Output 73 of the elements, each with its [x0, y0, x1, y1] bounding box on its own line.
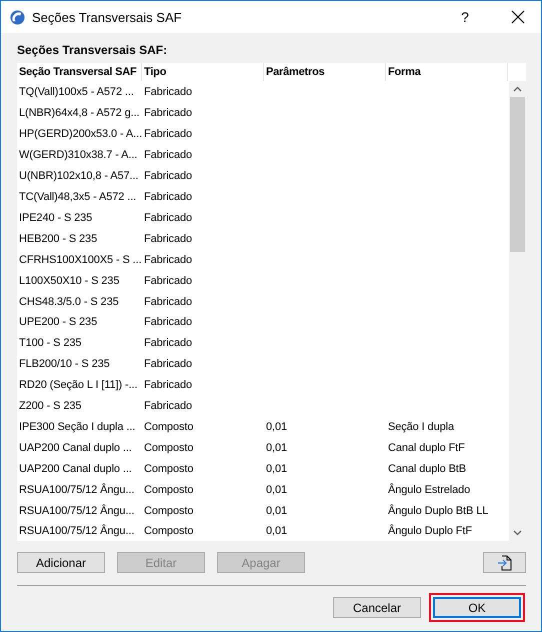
list-label: Seções Transversais SAF:	[17, 43, 168, 57]
table-cell: 0,01	[266, 420, 288, 433]
table-cell: Composto	[144, 442, 194, 454]
table-cell: Fabricado	[144, 212, 192, 224]
table-cell: Seção I dupla	[388, 420, 454, 433]
table-cell: Fabricado	[144, 379, 192, 392]
table-cell: L(NBR)64x4,8 - A572 g...	[19, 107, 140, 120]
table-cell: Fabricado	[144, 170, 192, 182]
import-button[interactable]	[483, 552, 526, 573]
table-cell: W(GERD)310x38.7 - A...	[19, 149, 138, 162]
table-cell: Composto	[144, 504, 194, 517]
table-cell: Fabricado	[144, 86, 192, 98]
table-cell: Fabricado	[144, 254, 192, 266]
table-cell: CHS48.3/5.0 - S 235	[19, 296, 119, 308]
table-cell: Fabricado	[144, 337, 192, 350]
table-cell: Fabricado	[144, 149, 192, 162]
dialog-button[interactable]: Cancelar	[333, 597, 421, 618]
close-icon	[511, 10, 525, 24]
table-cell: UAP200 Canal duplo ...	[19, 442, 132, 454]
column-header[interactable]: Forma	[386, 63, 508, 81]
table-cell: Z200 - S 235	[19, 400, 82, 412]
table-cell: HP(GERD)200x53.0 - A...	[19, 128, 142, 140]
table-cell: U(NBR)102x10,8 - A57...	[19, 170, 138, 182]
table-cell: Ângulo Duplo BtB LL	[388, 504, 488, 517]
table-cell: Fabricado	[144, 358, 192, 370]
scroll-up-icon[interactable]	[513, 86, 522, 92]
table-cell: Fabricado	[144, 274, 192, 287]
import-file-icon	[496, 554, 512, 570]
table-cell: RD20 (Seção L I [11]) -...	[19, 379, 138, 392]
table-cell: Fabricado	[144, 190, 192, 203]
scroll-down-icon[interactable]	[513, 530, 522, 536]
table-cell: Composto	[144, 420, 194, 433]
column-header[interactable]: Tipo	[142, 63, 264, 81]
table-cell: Fabricado	[144, 400, 192, 412]
dialog-button[interactable]: OK	[433, 597, 521, 618]
table-cell: Composto	[144, 462, 194, 475]
table-cell: TQ(Vall)100x5 - A572 ...	[19, 86, 134, 98]
table-cell: 0,01	[266, 462, 288, 475]
help-button[interactable]: ?	[442, 1, 488, 33]
table-cell: L100X50X10 - S 235	[19, 274, 120, 287]
app-logo-icon	[10, 10, 25, 24]
action-button[interactable]: Adicionar	[17, 552, 105, 573]
table-cell: Canal duplo FtF	[388, 442, 465, 454]
table-cell: Composto	[144, 525, 194, 538]
table-cell: Composto	[144, 484, 194, 496]
table-cell: RSUA100/75/12 Ângu...	[19, 525, 134, 538]
table-cell: 0,01	[266, 442, 288, 454]
table-cell: 0,01	[266, 484, 288, 496]
table-cell: IPE240 - S 235	[19, 212, 92, 224]
table-cell: 0,01	[266, 525, 288, 538]
window-title: Seções Transversais SAF	[32, 10, 183, 24]
table-cell: Fabricado	[144, 232, 192, 245]
table-cell: RSUA100/75/12 Ângu...	[19, 504, 134, 517]
table-cell: FLB200/10 - S 235	[19, 358, 110, 370]
table-cell: Fabricado	[144, 107, 192, 120]
scroll-thumb[interactable]	[510, 97, 525, 252]
table-cell: UAP200 Canal duplo ...	[19, 462, 132, 475]
table-cell: CFRHS100X100X5 - S ...	[19, 254, 142, 266]
table-cell: Ângulo Estrelado	[388, 484, 470, 496]
table-cell: HEB200 - S 235	[19, 232, 98, 245]
table-cell: TC(Vall)48,3x5 - A572 ...	[19, 190, 136, 203]
table-cell: 0,01	[266, 504, 288, 517]
table-cell: Ângulo Duplo FtF	[388, 525, 472, 538]
table-cell: UPE200 - S 235	[19, 316, 98, 328]
column-header[interactable]: Seção Transversal SAF	[17, 63, 142, 81]
column-header[interactable]: Parâmetros	[264, 63, 386, 81]
table-cell: Fabricado	[144, 316, 192, 328]
table-cell: Canal duplo BtB	[388, 462, 466, 475]
table-cell: RSUA100/75/12 Ângu...	[19, 484, 134, 496]
table-cell: T100 - S 235	[19, 337, 82, 350]
table-cell: IPE300 Seção I dupla ...	[19, 420, 136, 433]
table-cell: Fabricado	[144, 128, 192, 140]
table-cell: Fabricado	[144, 296, 192, 308]
